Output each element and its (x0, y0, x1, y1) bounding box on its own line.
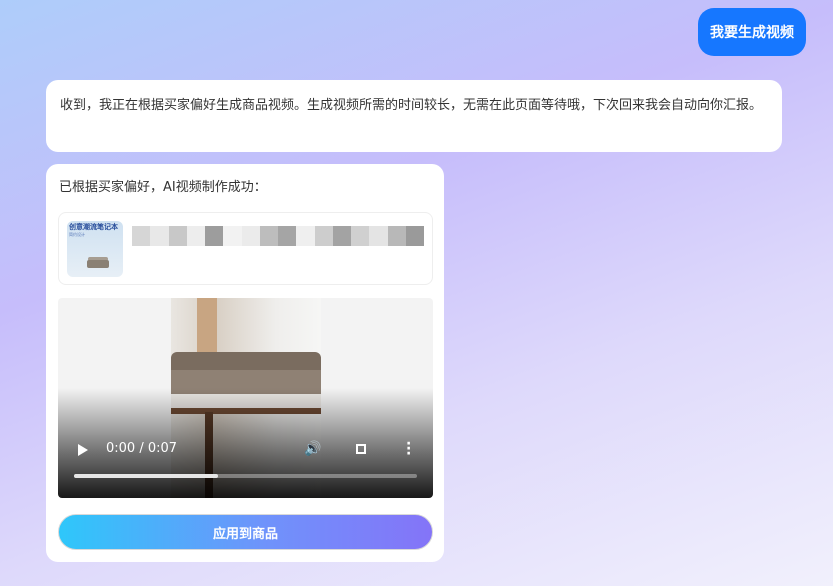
product-thumbnail: 创意潮流笔记本 简约设计 (67, 221, 123, 277)
product-row[interactable]: 创意潮流笔记本 简约设计 (58, 212, 433, 285)
apply-to-product-button[interactable]: 应用到商品 (58, 514, 433, 550)
more-vertical-icon[interactable]: · · · (406, 437, 411, 461)
video-result-card: 已根据买家偏好，AI视频制作成功： 创意潮流笔记本 简约设计 0:00 / 0:… (46, 164, 444, 562)
video-progress-bar[interactable] (74, 474, 417, 478)
mosaic-block (241, 226, 260, 246)
mosaic-block (314, 226, 333, 246)
mosaic-block (387, 226, 406, 246)
video-progress-fill (74, 474, 219, 478)
mosaic-block (132, 226, 151, 246)
play-icon[interactable] (78, 444, 88, 456)
user-message-bubble: 我要生成视频 (698, 8, 806, 56)
mosaic-block (296, 226, 315, 246)
mosaic-block (186, 226, 205, 246)
bot-message-bubble: 收到，我正在根据买家偏好生成商品视频。生成视频所需的时间较长，无需在此页面等待哦… (46, 80, 782, 152)
video-player[interactable]: 0:00 / 0:07 🔊 · · · (58, 298, 433, 498)
mosaic-block (259, 226, 278, 246)
product-name-mosaic (132, 226, 424, 246)
thumbnail-subtitle: 简约设计 (69, 232, 85, 237)
volume-icon[interactable]: 🔊 (304, 440, 321, 458)
thumbnail-title: 创意潮流笔记本 (69, 223, 118, 231)
fullscreen-icon[interactable] (356, 444, 366, 454)
mosaic-block (278, 226, 297, 246)
mosaic-block (351, 226, 370, 246)
mosaic-block (369, 226, 388, 246)
mosaic-block (150, 226, 169, 246)
mosaic-block (168, 226, 187, 246)
mosaic-block (332, 226, 351, 246)
thumbnail-sofa (87, 260, 109, 268)
mosaic-block (405, 226, 424, 246)
video-time: 0:00 / 0:07 (106, 441, 178, 456)
mosaic-block (205, 226, 224, 246)
bot-message-text: 收到，我正在根据买家偏好生成商品视频。生成视频所需的时间较长，无需在此页面等待哦… (60, 98, 763, 113)
user-message-text: 我要生成视频 (710, 25, 794, 41)
card-title: 已根据买家偏好，AI视频制作成功： (59, 180, 267, 195)
mosaic-block (223, 226, 242, 246)
